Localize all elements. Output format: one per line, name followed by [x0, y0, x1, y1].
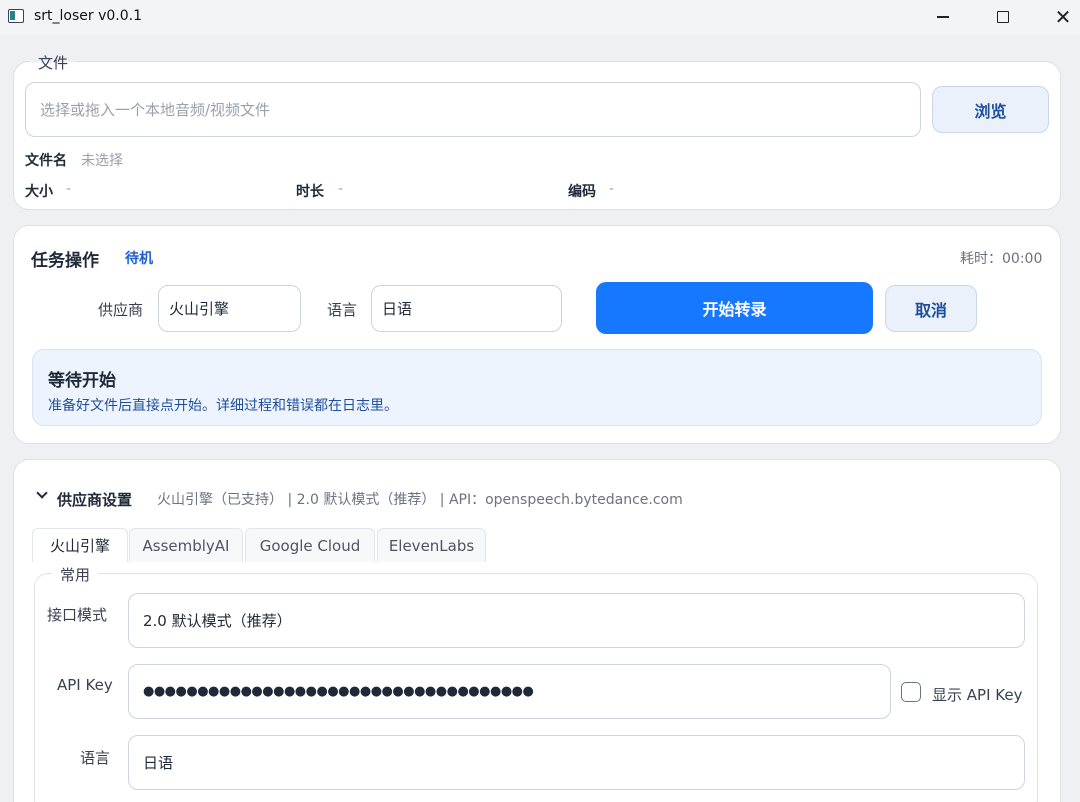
language-label: 语言	[327, 301, 358, 319]
file-input[interactable]: 选择或拖入一个本地音频/视频文件	[25, 82, 921, 137]
filename-label: 文件名	[25, 153, 67, 169]
task-title: 任务操作	[31, 251, 99, 271]
provider-settings-title[interactable]: 供应商设置	[57, 489, 132, 510]
close-icon: ✕	[1054, 5, 1072, 29]
maximize-button[interactable]	[985, 4, 1021, 30]
show-apikey-label[interactable]: 显示 API Key	[932, 684, 1022, 705]
duration-value: -	[338, 181, 344, 197]
minimize-button[interactable]	[925, 4, 961, 30]
app-icon	[8, 9, 24, 23]
status-title: 等待开始	[48, 371, 116, 391]
status-description: 准备好文件后直接点开始。详细过程和错误都在日志里。	[48, 398, 398, 414]
status-panel: 等待开始 准备好文件后直接点开始。详细过程和错误都在日志里。	[32, 349, 1042, 426]
elapsed-time: 耗时：00:00	[960, 251, 1043, 267]
file-legend: 文件	[30, 52, 77, 73]
tab-elevenlabs[interactable]: ElevenLabs	[377, 528, 486, 562]
close-button[interactable]: ✕	[1045, 4, 1080, 30]
browse-button[interactable]: 浏览	[932, 86, 1049, 133]
window-title: srt_loser v0.0.1	[34, 8, 143, 24]
duration-label: 时长	[296, 184, 324, 200]
apikey-input[interactable]: ●●●●●●●●●●●●●●●●●●●●●●●●●●●●●●●●●●●●	[128, 664, 891, 719]
lang-label: 语言	[80, 749, 111, 767]
size-value: -	[66, 181, 72, 197]
title-bar: srt_loser v0.0.1 ✕	[0, 0, 1080, 34]
codec-label: 编码	[568, 184, 596, 200]
filename-value: 未选择	[81, 153, 123, 169]
show-apikey-checkbox[interactable]	[901, 682, 921, 702]
codec-value: -	[609, 181, 615, 197]
provider-label: 供应商	[98, 301, 144, 319]
start-transcribe-button[interactable]: 开始转录	[596, 282, 873, 334]
maximize-icon	[997, 11, 1009, 23]
cancel-button[interactable]: 取消	[885, 285, 977, 332]
minimize-icon	[937, 16, 949, 18]
provider-summary: 火山引擎（已支持） | 2.0 默认模式（推荐） | API：openspeec…	[157, 492, 683, 508]
provider-select[interactable]: 火山引擎	[158, 285, 301, 332]
language-select[interactable]: 日语	[371, 285, 562, 332]
mode-label: 接口模式	[47, 606, 108, 624]
apikey-label: API Key	[57, 676, 113, 694]
mode-select[interactable]: 2.0 默认模式（推荐）	[128, 593, 1025, 648]
status-badge: 待机	[125, 251, 153, 267]
tab-google-cloud[interactable]: Google Cloud	[245, 528, 375, 562]
size-label: 大小	[25, 184, 53, 200]
tab-assemblyai[interactable]: AssemblyAI	[129, 528, 243, 562]
lang-select[interactable]: 日语	[128, 735, 1025, 790]
common-legend: 常用	[52, 564, 99, 585]
tab-volcengine[interactable]: 火山引擎	[32, 528, 128, 562]
